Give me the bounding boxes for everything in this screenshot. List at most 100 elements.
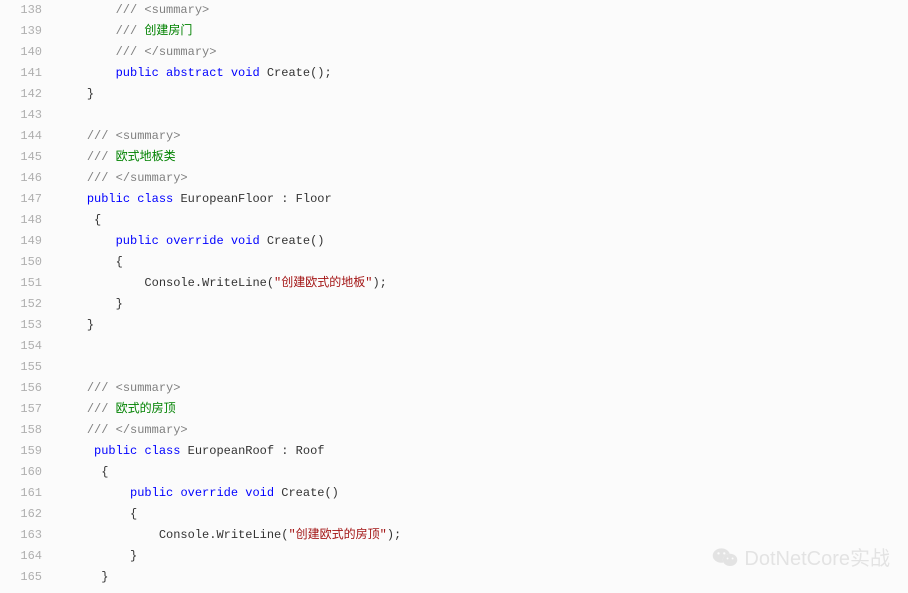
line-number: 144 [0, 126, 50, 147]
token-keyword: public [116, 234, 159, 248]
code-line: 140 /// </summary> [0, 42, 908, 63]
line-number: 147 [0, 189, 50, 210]
line-number: 163 [0, 525, 50, 546]
code-content: public override void Create() [50, 231, 324, 252]
token-plain: Console.WriteLine( [144, 276, 274, 290]
code-line: 152 } [0, 294, 908, 315]
code-content: /// 欧式地板类 [50, 147, 176, 168]
code-content: public abstract void Create(); [50, 63, 332, 84]
token-doc: /// <summary> [87, 129, 181, 143]
token-doc: /// </summary> [87, 423, 188, 437]
token-plain: Create() [260, 234, 325, 248]
token-keyword: public [87, 192, 130, 206]
code-line: 149 public override void Create() [0, 231, 908, 252]
token-doc: /// </summary> [116, 45, 217, 59]
code-content: public override void Create() [50, 483, 339, 504]
code-line: 147 public class EuropeanFloor : Floor [0, 189, 908, 210]
token-string: "创建欧式的房顶" [288, 528, 386, 542]
token-plain: Create() [274, 486, 339, 500]
code-content: } [50, 315, 94, 336]
token-plain [224, 66, 231, 80]
code-line: 151 Console.WriteLine("创建欧式的地板"); [0, 273, 908, 294]
line-number: 141 [0, 63, 50, 84]
code-line: 145 /// 欧式地板类 [0, 147, 908, 168]
code-content: { [50, 504, 137, 525]
line-number: 145 [0, 147, 50, 168]
code-content: /// 创建房门 [50, 21, 192, 42]
line-number: 158 [0, 420, 50, 441]
token-plain: EuropeanFloor : Floor [173, 192, 331, 206]
code-line: 146 /// </summary> [0, 168, 908, 189]
code-line: 138 /// <summary> [0, 0, 908, 21]
code-content: Console.WriteLine("创建欧式的房顶"); [50, 525, 401, 546]
code-line: 162 { [0, 504, 908, 525]
line-number: 139 [0, 21, 50, 42]
token-keyword: override [166, 234, 224, 248]
token-keyword: abstract [166, 66, 224, 80]
token-doc: /// [87, 150, 116, 164]
token-plain: } [87, 87, 94, 101]
code-content: public class EuropeanRoof : Roof [50, 441, 324, 462]
token-plain: } [130, 549, 137, 563]
token-keyword: public [94, 444, 137, 458]
token-doc: /// <summary> [87, 381, 181, 395]
line-number: 143 [0, 105, 50, 126]
token-plain [224, 234, 231, 248]
code-line: 165 } [0, 567, 908, 588]
token-comment: 欧式的房顶 [116, 402, 176, 416]
token-plain: { [94, 213, 101, 227]
code-line: 159 public class EuropeanRoof : Roof [0, 441, 908, 462]
code-line: 156 /// <summary> [0, 378, 908, 399]
code-content: { [50, 210, 101, 231]
code-line: 141 public abstract void Create(); [0, 63, 908, 84]
line-number: 159 [0, 441, 50, 462]
line-number: 142 [0, 84, 50, 105]
token-plain: Create(); [260, 66, 332, 80]
code-content: /// </summary> [50, 168, 188, 189]
line-number: 148 [0, 210, 50, 231]
token-doc: /// </summary> [87, 171, 188, 185]
token-plain [159, 66, 166, 80]
token-plain: } [101, 570, 108, 584]
token-doc: /// <summary> [116, 3, 210, 17]
line-number: 150 [0, 252, 50, 273]
code-content: Console.WriteLine("创建欧式的地板"); [50, 273, 387, 294]
token-plain: EuropeanRoof : Roof [180, 444, 324, 458]
code-content: } [50, 546, 137, 567]
line-number: 162 [0, 504, 50, 525]
token-plain: { [101, 465, 108, 479]
line-number: 153 [0, 315, 50, 336]
code-content: { [50, 462, 108, 483]
code-viewer: 138 /// <summary>139 /// 创建房门140 /// </s… [0, 0, 908, 593]
code-line: 155 [0, 357, 908, 378]
token-keyword: public [116, 66, 159, 80]
token-plain: } [116, 297, 123, 311]
code-content: } [50, 294, 123, 315]
line-number: 156 [0, 378, 50, 399]
token-plain: { [116, 255, 123, 269]
token-doc: /// [116, 24, 145, 38]
code-content: { [50, 252, 123, 273]
code-content: /// </summary> [50, 420, 188, 441]
token-keyword: override [180, 486, 238, 500]
token-plain: } [87, 318, 94, 332]
code-line: 148 { [0, 210, 908, 231]
code-content: /// <summary> [50, 0, 209, 21]
code-line: 150 { [0, 252, 908, 273]
line-number: 146 [0, 168, 50, 189]
token-keyword: class [144, 444, 180, 458]
token-comment: 欧式地板类 [116, 150, 176, 164]
code-lines-region: 138 /// <summary>139 /// 创建房门140 /// </s… [0, 0, 908, 588]
code-line: 157 /// 欧式的房顶 [0, 399, 908, 420]
line-number: 160 [0, 462, 50, 483]
code-content: /// </summary> [50, 42, 216, 63]
token-plain [159, 234, 166, 248]
line-number: 151 [0, 273, 50, 294]
line-number: 140 [0, 42, 50, 63]
code-line: 160 { [0, 462, 908, 483]
line-number: 152 [0, 294, 50, 315]
code-line: 144 /// <summary> [0, 126, 908, 147]
code-line: 164 } [0, 546, 908, 567]
code-content: /// <summary> [50, 378, 180, 399]
code-line: 142 } [0, 84, 908, 105]
